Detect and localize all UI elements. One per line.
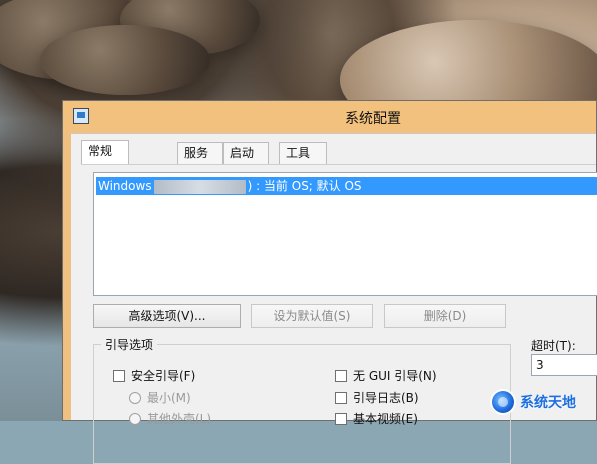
base-video-option[interactable]: 基本视频(E) xyxy=(335,410,418,427)
boot-options-title: 引导选项 xyxy=(101,336,158,353)
boot-log-checkbox[interactable] xyxy=(335,391,347,404)
boot-entry-selected[interactable]: Windows ) : 当前 OS; 默认 OS xyxy=(96,177,597,195)
tab-strip-divider xyxy=(81,164,596,165)
timeout-label: 超时(T): xyxy=(531,339,576,353)
boot-log-option[interactable]: 引导日志(B) xyxy=(335,389,419,406)
tab-startup[interactable]: 启动 xyxy=(223,142,269,164)
minimal-radio[interactable] xyxy=(129,391,141,404)
advanced-options-button-label: 高级选项(V)... xyxy=(128,309,206,323)
window-client-area: 常规 服务 启动 工具 Windows ) : 当前 OS; 默认 OS 高级选项… xyxy=(71,133,597,464)
window-titlebar[interactable]: 系统配置 xyxy=(63,101,596,133)
no-gui-boot-checkbox[interactable] xyxy=(335,369,347,382)
other-shell-radio[interactable] xyxy=(129,412,141,425)
tab-strip: 常规 服务 启动 工具 xyxy=(81,140,596,166)
boot-entry-name: Windows xyxy=(98,179,152,193)
tab-tools[interactable]: 工具 xyxy=(279,142,327,164)
watermark-logo-icon xyxy=(492,391,514,413)
safe-boot-checkbox[interactable] xyxy=(113,369,125,382)
safe-boot-label: 安全引导(F) xyxy=(131,369,196,383)
tab-label: 常规 xyxy=(88,144,113,158)
watermark-text: 系统天地 xyxy=(520,395,576,411)
system-configuration-window: 系统配置 常规 服务 启动 工具 Windows ) : 当前 OS; 默认 OS… xyxy=(62,100,597,464)
boot-entry-status: ) : 当前 OS; 默认 OS xyxy=(247,179,362,193)
advanced-options-button[interactable]: 高级选项(V)... xyxy=(93,304,241,328)
delete-button-label: 删除(D) xyxy=(423,309,467,323)
base-video-checkbox[interactable] xyxy=(335,412,347,425)
timeout-input[interactable]: 3 xyxy=(531,354,597,376)
delete-button[interactable]: 删除(D) xyxy=(384,304,506,328)
window-title: 系统配置 xyxy=(345,111,401,127)
watermark: 系统天地 xyxy=(492,388,597,416)
minimal-label: 最小(M) xyxy=(147,391,191,405)
tab-label: 启动 xyxy=(230,146,255,160)
base-video-label: 基本视频(E) xyxy=(353,412,418,426)
other-shell-option[interactable]: 其他外壳(L) xyxy=(129,410,211,427)
other-shell-label: 其他外壳(L) xyxy=(147,412,212,426)
tab-general[interactable]: 常规 xyxy=(81,140,129,164)
set-default-button-label: 设为默认值(S) xyxy=(273,309,351,323)
wallpaper-rock xyxy=(40,25,210,95)
no-gui-boot-label: 无 GUI 引导(N) xyxy=(353,369,437,383)
boot-entries-list[interactable]: Windows ) : 当前 OS; 默认 OS xyxy=(93,172,597,296)
no-gui-boot-option[interactable]: 无 GUI 引导(N) xyxy=(335,367,437,384)
redacted-text xyxy=(153,179,246,194)
boot-log-label: 引导日志(B) xyxy=(353,391,419,405)
safe-boot-option[interactable]: 安全引导(F) xyxy=(113,367,195,384)
tab-label: 服务 xyxy=(184,146,209,160)
tab-label: 工具 xyxy=(286,146,311,160)
minimal-option[interactable]: 最小(M) xyxy=(129,389,191,406)
msconfig-window-icon xyxy=(73,108,89,124)
tab-services[interactable]: 服务 xyxy=(177,142,223,164)
set-default-button[interactable]: 设为默认值(S) xyxy=(251,304,373,328)
